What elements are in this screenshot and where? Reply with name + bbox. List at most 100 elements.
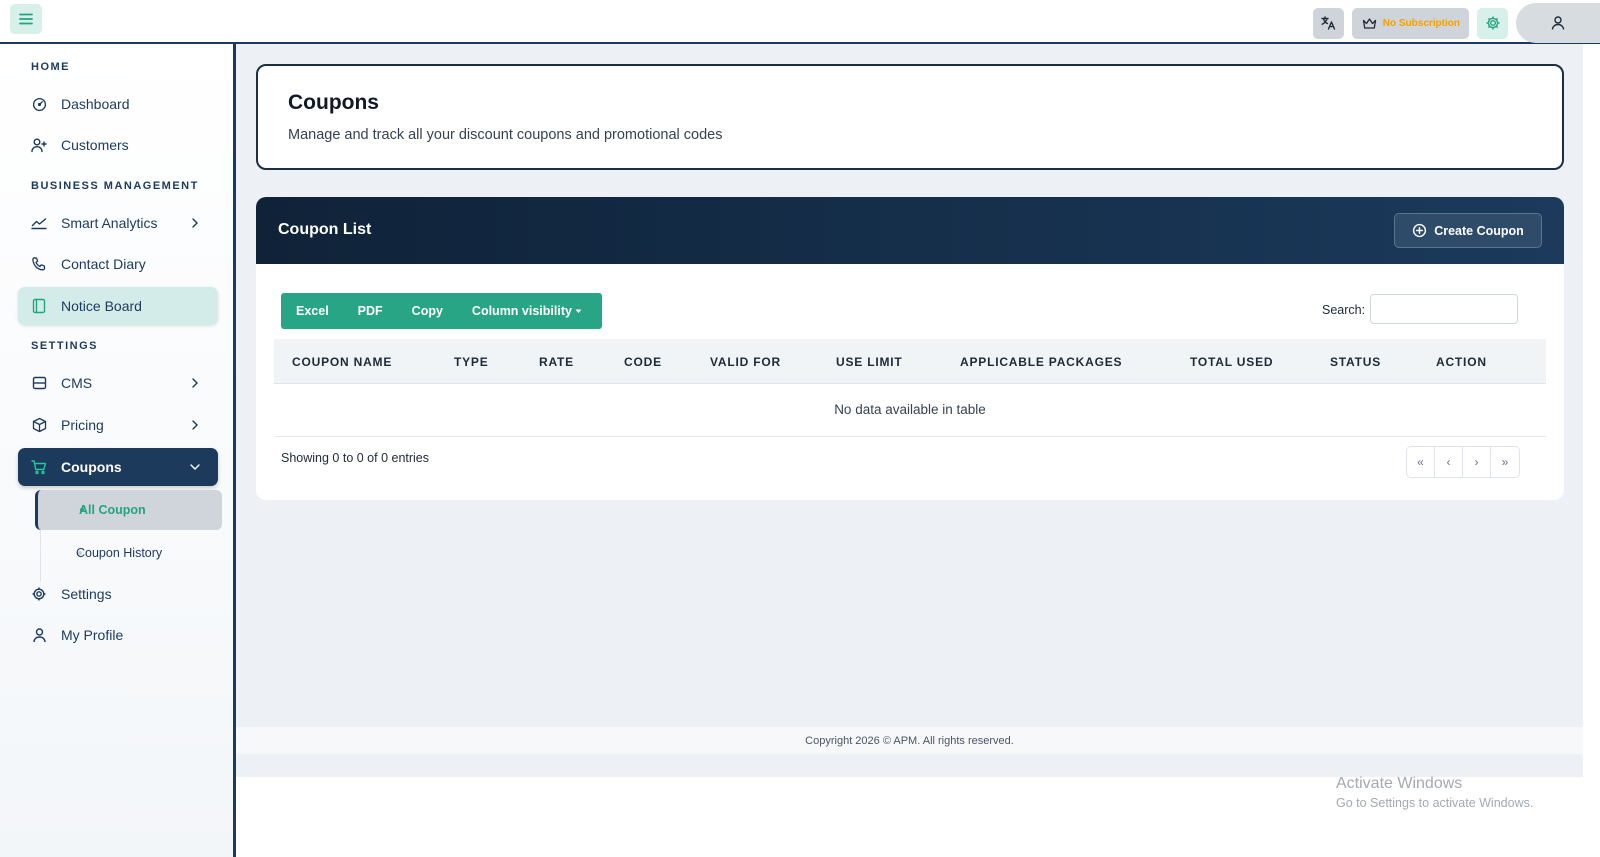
sidebar-subitem-label: All Coupon	[79, 503, 146, 517]
copy-button[interactable]: Copy	[397, 304, 457, 318]
next-page-button[interactable]: ›	[1463, 447, 1491, 477]
column-header-use-limit[interactable]: USE LIMIT	[836, 355, 903, 369]
shopping-cart-icon	[31, 459, 47, 475]
copyright-text: Copyright 2026 © APM. All rights reserve…	[805, 734, 1014, 747]
sidebar-item-smart-analytics[interactable]: Smart Analytics	[18, 204, 218, 242]
top-right-actions: No Subscription	[1312, 3, 1600, 43]
analytics-icon	[31, 215, 47, 231]
layout-icon	[31, 375, 47, 391]
section-title-business: BUSINESS MANAGEMENT	[31, 180, 199, 192]
sidebar-item-label: Dashboard	[61, 96, 130, 112]
sidebar-item-label: Notice Board	[61, 298, 142, 314]
dashboard-icon	[31, 96, 47, 112]
sidebar-item-label: Customers	[61, 137, 129, 153]
page-title: Coupons	[288, 91, 379, 114]
sidebar-item-label: CMS	[61, 375, 93, 391]
sidebar-item-coupons[interactable]: Coupons	[18, 448, 218, 486]
first-page-button[interactable]: «	[1407, 447, 1435, 477]
gear-icon	[31, 586, 47, 602]
column-header-valid-for[interactable]: VALID FOR	[710, 355, 781, 369]
sidebar-item-label: My Profile	[61, 627, 124, 643]
windows-activation-watermark: Activate Windows Go to Settings to activ…	[1336, 775, 1533, 810]
notebook-icon	[31, 298, 47, 314]
page-subtitle: Manage and track all your discount coupo…	[288, 127, 723, 143]
sidebar-item-label: Contact Diary	[61, 256, 146, 272]
column-header-code[interactable]: CODE	[624, 355, 662, 369]
settings-button[interactable]	[1477, 7, 1508, 39]
pagination: « ‹ › »	[1406, 446, 1520, 478]
table-empty-row: No data available in table	[274, 385, 1546, 437]
sidebar-item-settings[interactable]: Settings	[18, 575, 218, 613]
column-header-type[interactable]: TYPE	[454, 355, 489, 369]
subscription-label: No Subscription	[1382, 17, 1460, 29]
table-header: COUPON NAME TYPE RATE CODE VALID FOR USE…	[274, 339, 1546, 384]
coupon-list-card: Coupon List Create Coupon Excel PDF Copy…	[256, 197, 1564, 500]
sidebar-item-contact-diary[interactable]: Contact Diary	[18, 245, 218, 283]
sidebar: HOME Dashboard Customers BUSINESS MANAGE…	[0, 44, 236, 857]
search-input[interactable]	[1370, 294, 1518, 324]
sidebar-item-label: Pricing	[61, 417, 104, 433]
profile-menu-button[interactable]	[1516, 3, 1600, 43]
sidebar-item-notice-board[interactable]: Notice Board	[18, 287, 218, 325]
section-title-home: HOME	[31, 61, 70, 73]
pdf-button[interactable]: PDF	[343, 304, 397, 318]
main-content: Coupons Manage and track all your discou…	[236, 44, 1583, 777]
language-button[interactable]	[1312, 7, 1344, 39]
column-header-coupon-name[interactable]: COUPON NAME	[292, 355, 392, 369]
coupon-list-title: Coupon List	[278, 221, 372, 238]
chevron-down-icon	[188, 460, 202, 474]
chevron-right-icon	[188, 418, 202, 432]
section-title-settings: SETTINGS	[31, 340, 99, 352]
last-page-button[interactable]: »	[1491, 447, 1519, 477]
chevron-right-icon	[188, 376, 202, 390]
bullet-icon	[80, 508, 84, 512]
column-header-total-used[interactable]: TOTAL USED	[1190, 355, 1273, 369]
empty-table-message: No data available in table	[834, 402, 986, 417]
caret-down-icon	[575, 309, 582, 313]
column-visibility-label: Column visibility	[471, 304, 572, 318]
translate-icon	[1321, 16, 1336, 30]
column-header-status[interactable]: STATUS	[1330, 355, 1381, 369]
sidebar-subitem-coupon-history[interactable]: Coupon History	[35, 533, 222, 573]
chevron-right-icon	[188, 216, 202, 230]
export-button-group: Excel PDF Copy Column visibility	[281, 293, 602, 329]
sidebar-item-customers[interactable]: Customers	[18, 126, 218, 164]
sidebar-item-my-profile[interactable]: My Profile	[18, 616, 218, 654]
column-header-applicable-packages[interactable]: APPLICABLE PACKAGES	[960, 355, 1122, 369]
subscription-badge[interactable]: No Subscription	[1351, 7, 1469, 39]
menu-toggle-button[interactable]	[10, 4, 42, 34]
gear-icon	[1486, 16, 1499, 30]
sidebar-subitem-all-coupon[interactable]: All Coupon	[35, 490, 222, 530]
column-header-action[interactable]: ACTION	[1436, 355, 1487, 369]
search-label: Search:	[1322, 303, 1366, 317]
sidebar-item-pricing[interactable]: Pricing	[18, 406, 218, 444]
sidebar-item-label: Smart Analytics	[61, 215, 158, 231]
package-icon	[31, 417, 47, 433]
bullet-icon	[78, 551, 82, 555]
table-info: Showing 0 to 0 of 0 entries	[281, 451, 430, 465]
watermark-title: Activate Windows	[1336, 775, 1463, 792]
user-icon	[1551, 16, 1565, 30]
column-header-rate[interactable]: RATE	[539, 355, 574, 369]
previous-page-button[interactable]: ‹	[1435, 447, 1463, 477]
user-plus-icon	[31, 137, 47, 153]
plus-circle-icon	[1413, 223, 1427, 238]
top-bar: No Subscription	[0, 0, 1600, 44]
create-coupon-label: Create Coupon	[1434, 223, 1524, 238]
sidebar-item-dashboard[interactable]: Dashboard	[18, 85, 218, 123]
sidebar-subitem-label: Coupon History	[76, 546, 163, 560]
sidebar-item-label: Settings	[61, 586, 112, 602]
hamburger-icon	[19, 13, 33, 25]
sidebar-item-cms[interactable]: CMS	[18, 364, 218, 402]
column-visibility-button[interactable]: Column visibility	[457, 304, 596, 318]
coupon-list-header: Coupon List Create Coupon	[256, 197, 1564, 264]
footer: Copyright 2026 © APM. All rights reserve…	[236, 727, 1583, 754]
crown-icon	[1362, 17, 1376, 29]
create-coupon-button[interactable]: Create Coupon	[1394, 213, 1542, 248]
sidebar-item-label: Coupons	[61, 459, 122, 475]
excel-button[interactable]: Excel	[281, 304, 343, 318]
phone-icon	[31, 256, 47, 272]
watermark-subtitle: Go to Settings to activate Windows.	[1336, 796, 1534, 810]
page-header-card: Coupons Manage and track all your discou…	[256, 64, 1564, 170]
user-icon	[31, 627, 47, 643]
